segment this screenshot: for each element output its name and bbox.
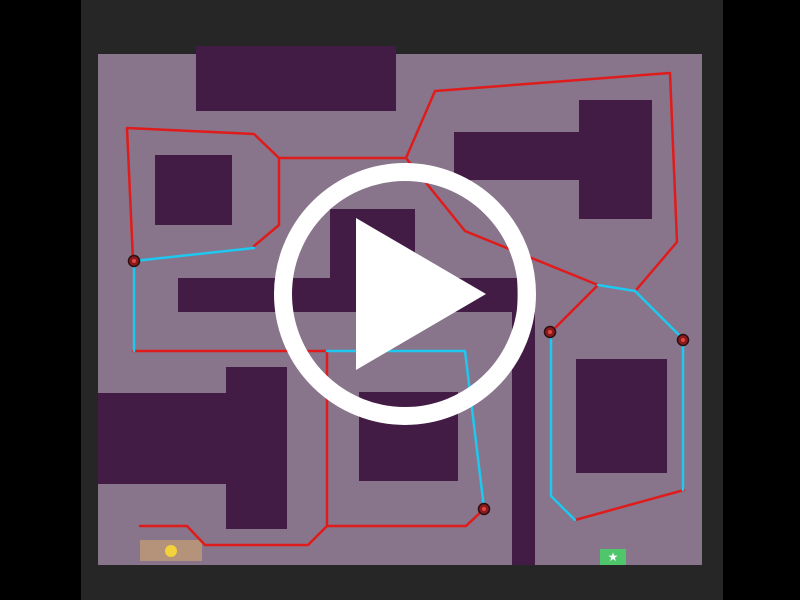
safe-path-upper-left [132,246,256,353]
laser-path-lower-center [325,507,486,528]
safe-path-right-inner [549,331,577,522]
play-button[interactable] [274,163,536,425]
guard-icon [676,333,690,347]
laser-path-lower-right [573,488,686,522]
guard-icon [543,325,557,339]
guard-icon [127,254,141,268]
safe-path-right [596,283,685,492]
guard-icon [477,502,491,516]
play-icon [274,163,536,425]
